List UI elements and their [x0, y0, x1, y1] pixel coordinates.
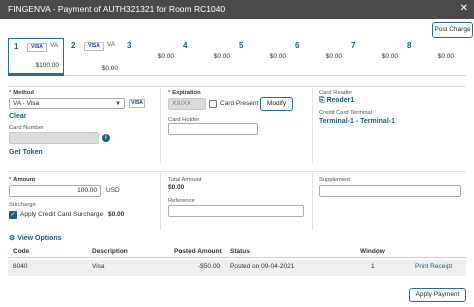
clear-link[interactable]: Clear: [9, 113, 27, 120]
card-reader-value[interactable]: ⎘ Reader1: [319, 97, 354, 105]
info-icon[interactable]: i: [102, 134, 110, 142]
window-tab-5[interactable]: 5 $0.00: [234, 38, 290, 76]
window-amount: $0.00: [437, 53, 454, 60]
reference-input[interactable]: [168, 205, 304, 217]
window-amount: $100.00: [35, 62, 60, 69]
section-divider: [8, 171, 466, 172]
card-reader-icon: ⎘: [319, 97, 325, 104]
amount-label: * Amount: [9, 177, 36, 183]
expiration-label: * Expiration: [168, 90, 201, 96]
window-tab-1[interactable]: 1 VISA VA $100.00: [8, 38, 64, 76]
column-divider: [160, 88, 161, 163]
card-holder-field[interactable]: [168, 123, 258, 135]
chevron-down-icon: ▼: [115, 101, 121, 107]
card-present-label: Card Present: [220, 100, 259, 107]
surcharge-label: Surcharge: [9, 202, 36, 208]
method-label: * Method: [9, 90, 34, 96]
window-amount: $0.00: [101, 65, 118, 72]
column-header-description: Description: [92, 248, 128, 255]
window-number: 6: [295, 41, 300, 50]
row-status: Posted on 09-04-2021: [230, 263, 295, 270]
view-options-link[interactable]: ⚙ View Options: [9, 234, 62, 242]
column-header-status: Status: [230, 248, 250, 255]
print-receipt-link[interactable]: Print Receipt: [415, 263, 452, 270]
terminal-label: Credit Card Terminal: [319, 110, 373, 116]
window-card-label: VA: [50, 42, 59, 49]
surcharge-value: $0.00: [108, 211, 125, 218]
window-number: 3: [127, 41, 132, 50]
column-divider: [312, 88, 313, 163]
window-amount: $0.00: [325, 53, 342, 60]
visa-card-icon: VISA: [129, 99, 145, 108]
total-amount-label: Total Amount: [168, 177, 202, 183]
card-reader-label: Card Reader: [319, 90, 353, 96]
currency-label: USD: [106, 187, 120, 194]
supplement-label: Supplement: [319, 177, 350, 183]
window-number: 7: [351, 41, 356, 50]
window-number: 4: [183, 41, 188, 50]
window-card-label: VA: [107, 41, 116, 48]
window-tab-4[interactable]: 4 $0.00: [178, 38, 234, 76]
window-amount: $0.00: [157, 53, 174, 60]
reference-label: Reference: [168, 198, 195, 204]
card-present-checkbox[interactable]: [209, 100, 217, 108]
expiration-field: XX/XX: [168, 98, 206, 110]
payment-window-tabs: 1 VISA VA $100.00 2 VISA VA $0.00 3 $0.0…: [8, 38, 466, 76]
window-amount: $0.00: [213, 53, 230, 60]
column-header-window: Window: [360, 248, 385, 255]
method-value: VA - Visa: [13, 100, 40, 107]
row-description: Visa: [92, 263, 105, 270]
dialog-titlebar: FINGENVA - Payment of AUTH321321 for Roo…: [0, 0, 474, 19]
amount-input[interactable]: 100.00: [9, 185, 101, 197]
table-header: Code Description Posted Amount Status Wi…: [8, 245, 466, 258]
column-divider: [160, 173, 161, 230]
supplement-input[interactable]: [319, 185, 461, 197]
column-divider: [312, 173, 313, 230]
card-number-field: [9, 132, 99, 144]
window-tab-7[interactable]: 7 $0.00: [346, 38, 402, 76]
window-number: 2: [71, 41, 76, 50]
row-posted-amount: -$50.00: [198, 263, 221, 270]
card-number-label: Card Number: [9, 125, 44, 131]
row-code: 8040: [13, 263, 28, 270]
total-amount-value: $0.00: [168, 184, 185, 191]
dialog-title: FINGENVA - Payment of AUTH321321 for Roo…: [8, 4, 226, 14]
table-row: 8040 Visa -$50.00 Posted on 09-04-2021 1…: [8, 260, 466, 276]
visa-card-icon: VISA: [84, 42, 104, 51]
method-select[interactable]: VA - Visa ▼: [9, 98, 125, 109]
window-tab-6[interactable]: 6 $0.00: [290, 38, 346, 76]
modify-button[interactable]: Modify: [260, 97, 293, 111]
post-charge-button[interactable]: Post Charge: [432, 22, 473, 38]
window-amount: $0.00: [269, 53, 286, 60]
column-header-posted-amount: Posted Amount: [174, 248, 222, 255]
column-header-code: Code: [13, 248, 30, 255]
gear-icon: ⚙: [9, 235, 16, 242]
get-token-link[interactable]: Get Token: [9, 149, 43, 156]
window-number: 1: [14, 42, 19, 51]
window-number: 5: [239, 41, 244, 50]
window-tab-2[interactable]: 2 VISA VA $0.00: [66, 38, 122, 76]
section-divider: [8, 86, 466, 87]
window-number: 8: [407, 41, 412, 50]
close-icon[interactable]: ✕: [460, 3, 468, 14]
window-tab-8[interactable]: 8 $0.00: [402, 38, 458, 76]
terminal-value[interactable]: Terminal-1 - Terminal-1: [319, 118, 395, 125]
apply-payment-button[interactable]: Apply Payment: [409, 288, 466, 302]
apply-surcharge-label: Apply Credit Card Surcharge: [20, 211, 104, 218]
apply-surcharge-checkbox[interactable]: ✓: [9, 211, 17, 219]
window-tab-3[interactable]: 3 $0.00: [122, 38, 178, 76]
window-amount: $0.00: [381, 53, 398, 60]
visa-card-icon: VISA: [27, 43, 47, 52]
row-window: 1: [371, 263, 375, 270]
